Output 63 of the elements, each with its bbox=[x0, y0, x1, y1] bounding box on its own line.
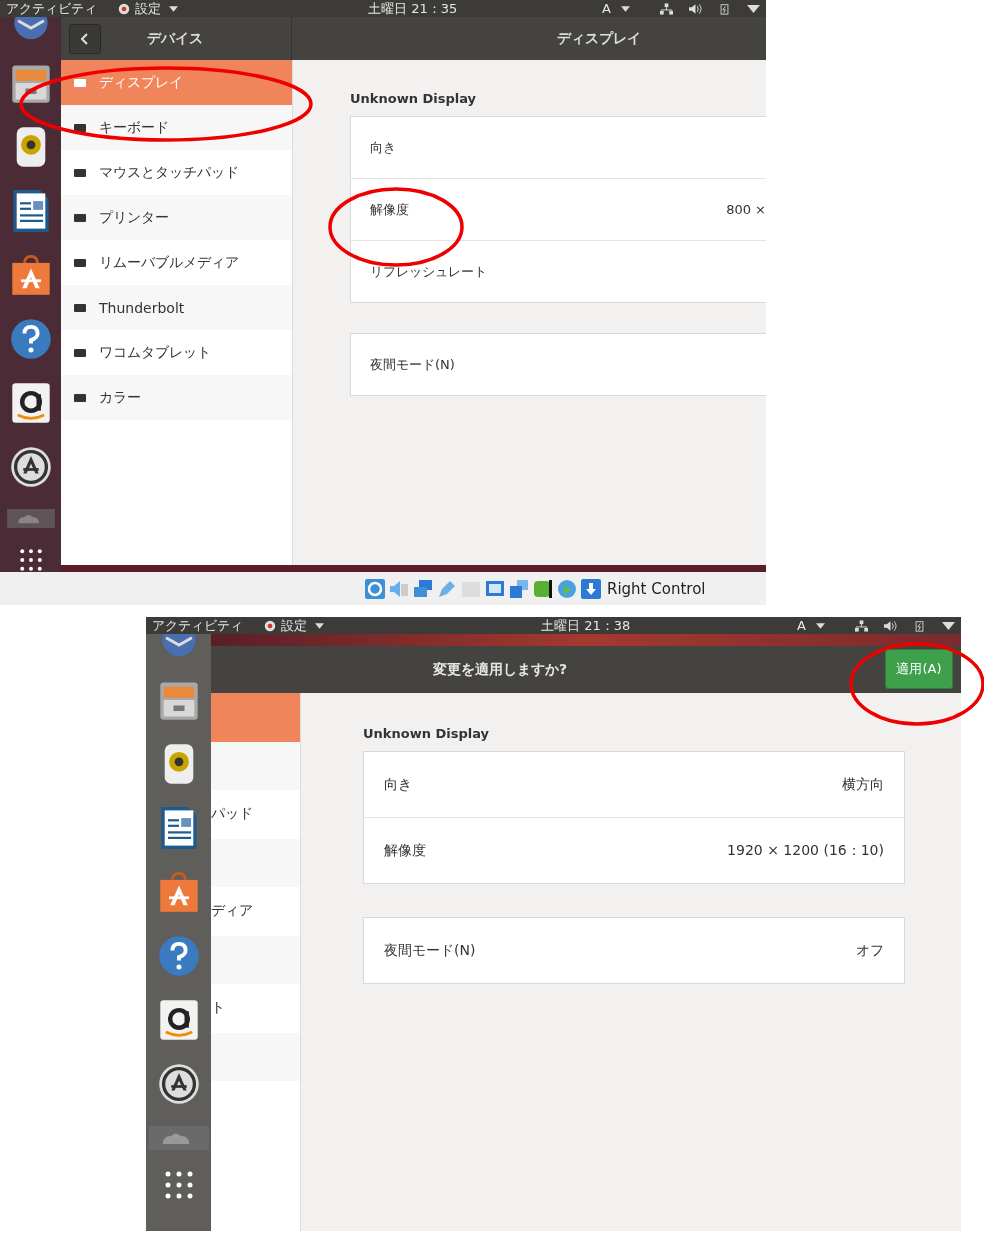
battery-icon[interactable] bbox=[913, 619, 926, 632]
setting-label: 夜間モード(N) bbox=[384, 941, 476, 960]
settings-row[interactable]: 向き bbox=[351, 117, 766, 179]
clock[interactable]: 土曜日 21：35 bbox=[368, 0, 458, 18]
caret-icon bbox=[816, 622, 825, 629]
help-icon[interactable] bbox=[156, 934, 201, 978]
caret-icon[interactable] bbox=[942, 619, 955, 632]
host-key-label: Right Control bbox=[607, 579, 706, 598]
display-name: Unknown Display bbox=[363, 726, 491, 741]
back-button[interactable] bbox=[69, 23, 101, 54]
setting-value: オフ bbox=[856, 941, 884, 960]
activities-button[interactable]: アクティビティ bbox=[6, 0, 97, 18]
caret-icon bbox=[315, 622, 324, 629]
app-grid-icon[interactable] bbox=[163, 1170, 194, 1200]
settings-row[interactable]: 解像度 800 × bbox=[351, 179, 766, 241]
settings-row[interactable]: リフレッシュレート bbox=[351, 241, 766, 302]
setting-label: リフレッシュレート bbox=[370, 262, 487, 281]
setting-value: 800 × bbox=[726, 202, 766, 217]
sidebar-item[interactable]: パッド bbox=[211, 790, 300, 839]
setting-label: 解像度 bbox=[384, 841, 426, 860]
disc-icon[interactable] bbox=[365, 578, 385, 599]
network-icon[interactable] bbox=[855, 619, 868, 632]
app-menu[interactable]: 設定 bbox=[117, 0, 178, 18]
setting-value: 横方向 bbox=[842, 775, 884, 794]
setting-label: 夜間モード(N) bbox=[370, 355, 455, 374]
settings-row[interactable]: 向き 横方向 bbox=[364, 752, 904, 818]
caret-icon bbox=[169, 5, 178, 12]
setting-label: 向き bbox=[370, 138, 396, 157]
volume-icon[interactable] bbox=[689, 2, 702, 15]
app-menu[interactable]: 設定 bbox=[263, 616, 324, 635]
software-updater-icon[interactable] bbox=[8, 445, 53, 489]
network-icon[interactable] bbox=[413, 578, 433, 599]
capture-icon[interactable] bbox=[533, 578, 553, 599]
input-source-menu[interactable]: A bbox=[797, 618, 825, 633]
display-name: Unknown Display bbox=[350, 91, 478, 106]
caret-icon bbox=[621, 5, 630, 12]
window-title: ディスプレイ bbox=[557, 29, 641, 48]
settings-row[interactable]: 夜間モード(N) オフ bbox=[364, 918, 904, 983]
help-icon[interactable] bbox=[8, 317, 53, 361]
display-icon[interactable] bbox=[485, 578, 505, 599]
volume-icon[interactable] bbox=[884, 619, 897, 632]
settings-row[interactable]: 夜間モード(N) bbox=[351, 334, 766, 395]
screens-icon[interactable] bbox=[509, 578, 529, 599]
sidebar-item[interactable]: プリンター bbox=[61, 195, 292, 240]
sidebar-item[interactable]: ディア bbox=[211, 887, 300, 936]
activities-button[interactable]: アクティビティ bbox=[152, 616, 243, 635]
clock[interactable]: 土曜日 21：38 bbox=[541, 616, 631, 635]
setting-label: 向き bbox=[384, 775, 412, 794]
battery-icon[interactable] bbox=[718, 2, 731, 15]
setting-label: 解像度 bbox=[370, 200, 409, 219]
sidebar-item[interactable]: カラー bbox=[61, 375, 292, 420]
dialog-title: 変更を適用しますか? bbox=[433, 660, 568, 679]
input-source-menu[interactable]: A bbox=[602, 1, 630, 16]
settings-row[interactable]: 解像度 1920 × 1200 (16：10) bbox=[364, 818, 904, 883]
software-updater-icon[interactable] bbox=[156, 1062, 201, 1106]
caret-icon[interactable] bbox=[747, 2, 760, 15]
sidebar-title: デバイス bbox=[147, 29, 203, 48]
back-icon bbox=[81, 32, 89, 45]
sidebar-item[interactable]: ト bbox=[211, 984, 300, 1033]
network-icon[interactable] bbox=[660, 2, 673, 15]
sidebar-item[interactable]: キーボード bbox=[61, 105, 292, 150]
sidebar-item[interactable]: Thunderbolt bbox=[61, 285, 292, 330]
setting-value: 1920 × 1200 (16：10) bbox=[727, 841, 884, 860]
